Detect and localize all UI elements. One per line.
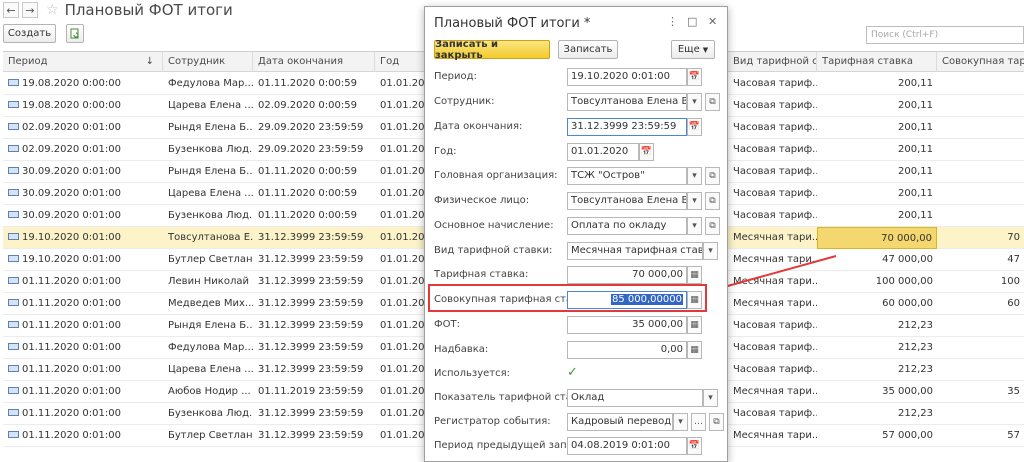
dropdown-icon[interactable]: ▾ — [703, 389, 718, 407]
calendar-icon[interactable]: 📅 — [639, 143, 654, 161]
label-end-date: Дата окончания: — [434, 121, 523, 132]
calculator-icon[interactable]: ▦ — [687, 341, 702, 359]
period-field[interactable]: 19.10.2020 0:01:00 — [567, 68, 687, 86]
label-employee: Сотрудник: — [434, 96, 495, 107]
main-accrual-field[interactable]: Оплата по окладу — [567, 217, 687, 235]
label-bonus: Надбавка: — [434, 344, 489, 355]
record-dialog: Плановый ФОТ итоги * ⋮ □ ✕ Записать и за… — [424, 6, 728, 462]
fot-field[interactable]: 35 000,00 — [567, 316, 687, 334]
label-rate: Тарифная ставка: — [434, 269, 529, 280]
bonus-field[interactable]: 0,00 — [567, 341, 687, 359]
open-icon[interactable]: ⧉ — [709, 413, 724, 431]
end-date-field[interactable]: 31.12.3999 23:59:59 — [567, 118, 687, 136]
more-button[interactable]: Еще ▼ — [671, 40, 715, 59]
highlight-frame — [428, 284, 707, 312]
calendar-icon[interactable]: 📅 — [687, 118, 702, 136]
chevron-down-icon: ▼ — [702, 45, 709, 54]
head-org-field[interactable]: ТСЖ "Остров" — [567, 167, 687, 185]
label-period: Период: — [434, 71, 477, 82]
save-and-close-button[interactable]: Записать и закрыть — [434, 39, 550, 61]
open-icon[interactable]: ⧉ — [705, 167, 720, 185]
employee-field[interactable]: Товсултанова Елена Викт — [567, 93, 687, 111]
label-rate-kind: Вид тарифной ставки: — [434, 245, 553, 256]
label-event-registrar: Регистратор события: — [434, 416, 551, 427]
open-icon[interactable]: ⧉ — [705, 217, 720, 235]
rate-indicator-field[interactable]: Оклад — [567, 389, 703, 407]
label-fot: ФОТ: — [434, 319, 460, 330]
label-head-org: Головная организация: — [434, 170, 558, 181]
label-main-accrual: Основное начисление: — [434, 220, 554, 231]
label-person: Физическое лицо: — [434, 195, 530, 206]
used-checkbox[interactable]: ✓ — [567, 366, 581, 380]
open-icon[interactable]: ⧉ — [705, 192, 720, 210]
dropdown-icon[interactable]: ▾ — [673, 413, 688, 431]
dropdown-icon[interactable]: ▾ — [687, 167, 702, 185]
dropdown-icon[interactable]: ▾ — [703, 242, 718, 260]
rate-kind-field[interactable]: Месячная тарифная ставка — [567, 242, 703, 260]
event-registrar-field[interactable]: Кадровый перевод 00 — [567, 413, 673, 431]
calculator-icon[interactable]: ▦ — [687, 266, 702, 284]
save-button[interactable]: Записать — [558, 40, 618, 59]
person-field[interactable]: Товсултанова Елена Викт — [567, 192, 687, 210]
label-year: Год: — [434, 146, 457, 157]
dialog-title: Плановый ФОТ итоги * — [434, 16, 591, 31]
rate-field[interactable]: 70 000,00 — [567, 266, 687, 284]
prev-period-field[interactable]: 04.08.2019 0:01:00 — [567, 437, 687, 455]
year-field[interactable]: 01.01.2020 — [567, 143, 639, 161]
dropdown-icon[interactable]: ▾ — [687, 192, 702, 210]
calendar-icon[interactable]: 📅 — [687, 437, 702, 455]
maximize-icon[interactable]: □ — [687, 15, 697, 28]
calendar-icon[interactable]: 📅 — [687, 68, 702, 86]
calculator-icon[interactable]: ▦ — [687, 316, 702, 334]
open-icon[interactable]: ⧉ — [705, 93, 720, 111]
more-vert-icon[interactable]: ⋮ — [667, 15, 678, 28]
dropdown-icon[interactable]: ▾ — [687, 93, 702, 111]
label-used: Используется: — [434, 368, 511, 379]
close-icon[interactable]: ✕ — [708, 15, 717, 28]
dropdown-icon[interactable]: ▾ — [687, 217, 702, 235]
label-prev-period: Период предыдущей записи: — [434, 440, 589, 451]
select-icon[interactable]: … — [691, 413, 706, 431]
